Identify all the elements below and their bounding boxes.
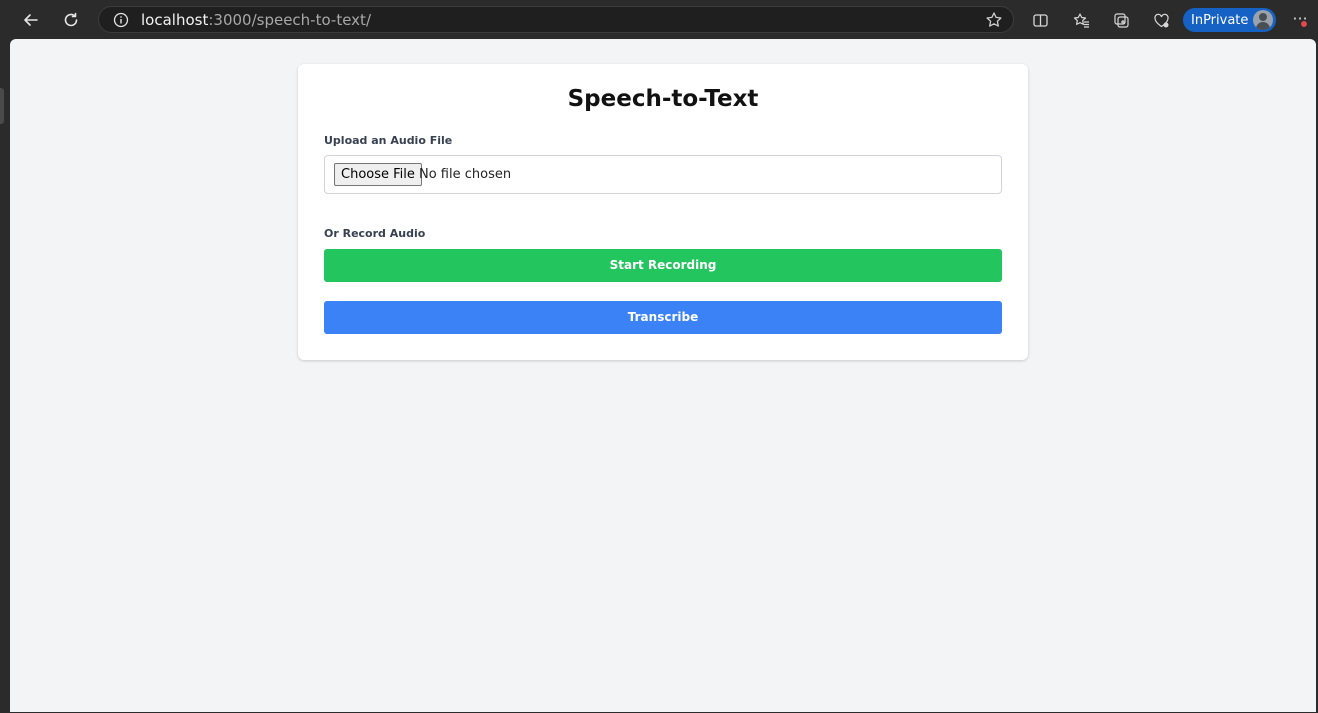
collections-icon (1113, 12, 1129, 28)
inprivate-badge[interactable]: InPrivate (1183, 8, 1276, 32)
start-recording-button[interactable]: Start Recording (324, 249, 1002, 282)
reload-button[interactable] (57, 6, 85, 34)
inprivate-label: InPrivate (1191, 12, 1249, 28)
collections-button[interactable] (1111, 10, 1131, 30)
file-status-text: No file chosen (419, 167, 512, 182)
url-text[interactable]: localhost:3000/speech-to-text/ (141, 11, 371, 29)
audio-file-input[interactable]: Choose File No file chosen (324, 155, 1002, 194)
notification-badge-icon (1300, 20, 1308, 28)
browser-toolbar: localhost:3000/speech-to-text/ InPrivate… (0, 0, 1318, 39)
browser-essentials-button[interactable] (1151, 10, 1171, 30)
choose-file-button[interactable]: Choose File (334, 163, 422, 186)
info-icon[interactable] (113, 12, 129, 28)
back-button[interactable] (17, 6, 45, 34)
arrow-left-icon (24, 14, 38, 26)
page-title: Speech-to-Text (567, 86, 759, 112)
favorite-star-icon[interactable] (985, 11, 1003, 29)
favorites-list-icon (1073, 12, 1089, 28)
record-label: Or Record Audio (324, 227, 426, 240)
profile-avatar (1253, 10, 1273, 30)
transcribe-button[interactable]: Transcribe (324, 301, 1002, 334)
address-bar[interactable]: localhost:3000/speech-to-text/ (98, 6, 1014, 33)
speech-to-text-card: Speech-to-Text Upload an Audio File Choo… (298, 64, 1028, 360)
split-screen-button[interactable] (1030, 10, 1050, 30)
split-screen-icon (1032, 13, 1048, 27)
heart-pulse-icon (1153, 13, 1169, 27)
url-path: :3000/speech-to-text/ (208, 11, 371, 29)
page-viewport: Speech-to-Text Upload an Audio File Choo… (10, 39, 1316, 712)
upload-label: Upload an Audio File (324, 134, 453, 147)
settings-more-button[interactable]: ··· (1290, 10, 1310, 30)
sidebar-handle (0, 88, 4, 124)
favorites-button[interactable] (1071, 10, 1091, 30)
url-host: localhost (141, 11, 209, 29)
reload-icon (64, 12, 78, 27)
